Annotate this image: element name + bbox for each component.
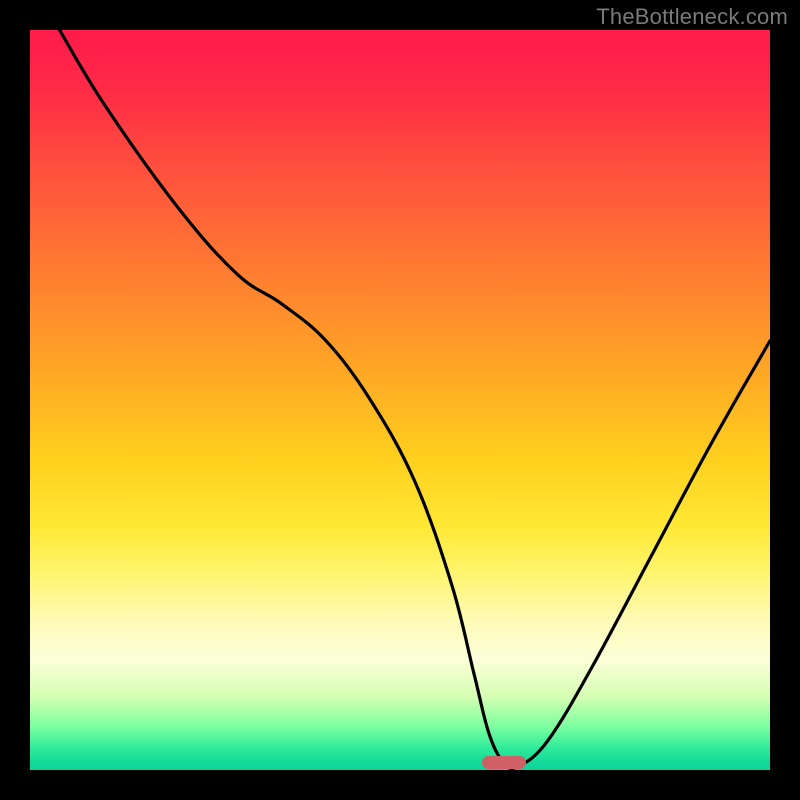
watermark-text: TheBottleneck.com [596,4,788,30]
bottleneck-curve [30,30,770,770]
chart-frame: TheBottleneck.com [0,0,800,800]
optimal-marker [482,756,526,769]
plot-area [30,30,770,770]
